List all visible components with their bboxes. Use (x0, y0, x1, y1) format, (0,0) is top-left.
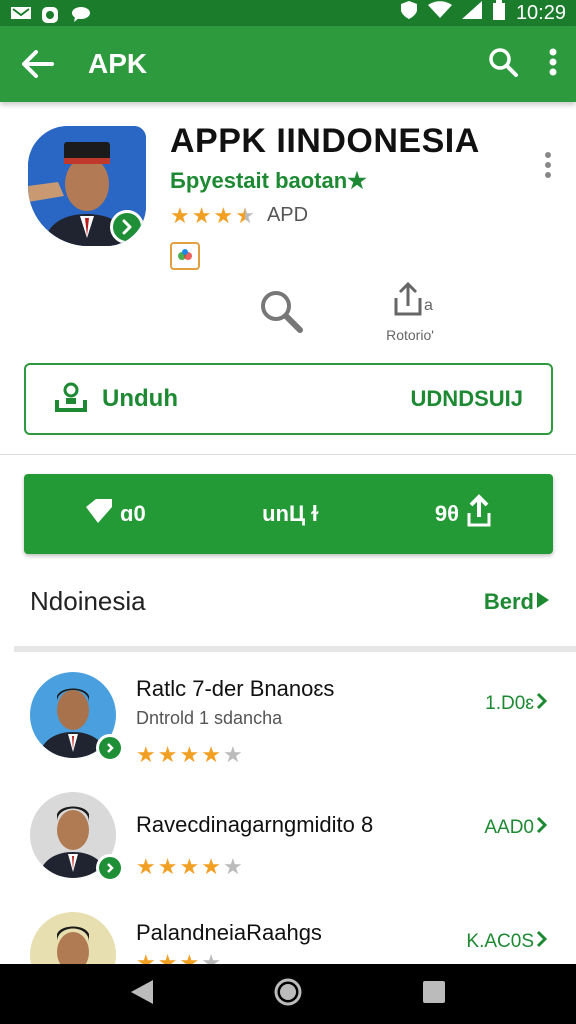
unduh-button[interactable]: Unduh UDNDSUIJ (24, 363, 553, 435)
action-item-3[interactable]: 9θ (435, 493, 493, 535)
avatar (30, 672, 124, 762)
list-item-meta[interactable]: 1.D0ɛ (485, 692, 548, 716)
star-icon: ★ (191, 202, 212, 228)
section-title: Ndoinesia (30, 586, 146, 616)
star-icon: ★ (157, 742, 178, 767)
action-item-1-label: ɑ0 (120, 501, 146, 526)
section-divider (14, 646, 576, 652)
tag-icon (84, 497, 114, 531)
more-vert-icon[interactable] (548, 48, 558, 81)
star-icon: ★ (170, 202, 190, 228)
list-item-title: PalandneiaRaahgs (136, 920, 322, 945)
app-developer[interactable]: Бpyestait baotan★ (170, 168, 367, 194)
rating-stars: ★ ★ ★ ★ ★ (136, 744, 243, 766)
app-bar-actions (488, 47, 558, 82)
share-action[interactable]: a Rotorio' (380, 280, 440, 343)
app-bar: APK (0, 26, 576, 102)
star-icon: ★ (179, 742, 200, 767)
share-label: Rotorio' (386, 327, 434, 343)
share-icon: a (380, 280, 440, 325)
list-item-meta[interactable]: K.AC0S (466, 930, 548, 954)
app-header: APPK IINDONESIA Бpyestait baotan★ ★ ★ ★ … (0, 112, 576, 352)
star-icon: ★ (136, 742, 156, 767)
list-item[interactable]: Ravecdinagarngmidito 8 ★ ★ ★ ★ ★ AAD0 (0, 792, 576, 912)
app-bar-title: APK (88, 48, 148, 79)
status-right: 10:29 (400, 0, 566, 26)
action-item-1[interactable]: ɑ0 (84, 497, 146, 531)
status-bar: 10:29 (0, 0, 576, 26)
nav-home-icon[interactable] (273, 977, 303, 1012)
verified-badge-icon (96, 854, 124, 882)
status-time: 10:29 (515, 1, 566, 24)
list-item-title: Ravecdinagarngmidito 8 (136, 812, 374, 837)
wifi-icon (427, 1, 452, 25)
list-item[interactable]: PalandneiaRaahgs ★ ★ ★ ★ K.AC0S (0, 912, 576, 964)
section-header: Ndoinesia Berd (30, 586, 550, 617)
section-more-label: Berd (483, 588, 534, 614)
battery-icon (492, 0, 506, 26)
list-item-meta-label: K.AC0S (466, 931, 534, 952)
chevron-right-icon (536, 692, 548, 716)
download-person-icon (54, 382, 88, 417)
play-arrow-icon (536, 589, 550, 615)
star-empty-icon: ★ (222, 742, 243, 767)
system-nav-bar (0, 964, 576, 1024)
star-icon: ★ (157, 950, 178, 965)
avatar (30, 912, 120, 964)
unduh-label: Unduh (102, 385, 178, 412)
section-more-link[interactable]: Berd (484, 589, 550, 615)
nav-back-icon[interactable] (129, 978, 155, 1011)
app-icon-avatar (28, 126, 146, 246)
mail-icon (10, 5, 32, 21)
verified-badge-icon (110, 210, 144, 244)
app-rating: ★ ★ ★ ★ APD (170, 204, 308, 227)
instagram-icon (40, 5, 62, 23)
svg-text:a: a (424, 297, 433, 314)
star-icon: ★ (136, 854, 156, 879)
action-item-2-label: unЦ ɫ (262, 501, 319, 526)
magnifier-icon[interactable] (258, 288, 304, 339)
avatar (30, 792, 124, 882)
action-bar: ɑ0 unЦ ɫ 9θ (24, 474, 553, 554)
status-left (10, 5, 92, 23)
verified-badge-icon (96, 734, 124, 762)
chat-icon (70, 5, 92, 22)
person-portrait-icon (30, 912, 116, 964)
list-item-meta[interactable]: AAD0 (484, 816, 548, 840)
star-icon: ★ (201, 854, 221, 879)
unduh-right-text: UDNDSUIJ (410, 386, 523, 411)
header-more-icon[interactable] (544, 152, 552, 183)
star-icon: ★ (136, 950, 156, 965)
shield-icon (400, 0, 418, 26)
divider (0, 454, 576, 455)
action-item-3-label: 9θ (434, 501, 459, 526)
rating-label: APD (266, 204, 309, 226)
back-arrow-icon[interactable] (18, 44, 58, 84)
half-star-icon: ★ (235, 202, 255, 228)
star-icon: ★ (157, 854, 178, 879)
signal-icon (461, 1, 482, 25)
search-icon[interactable] (488, 47, 518, 82)
star-icon: ★ (201, 742, 221, 767)
star-icon: ★ (179, 854, 200, 879)
chevron-right-icon (536, 816, 548, 840)
rating-stars: ★ ★ ★ ★ ★ (136, 856, 243, 878)
chevron-right-icon (536, 930, 548, 954)
star-icon: ★ (213, 202, 234, 228)
nav-recents-icon[interactable] (421, 979, 447, 1010)
upload-icon (465, 493, 493, 535)
list-item-title: Ratlc 7-der Bnanoɛs (136, 676, 335, 701)
list-item-meta-label: 1.D0ɛ (485, 693, 534, 714)
star-empty-icon: ★ (222, 854, 243, 879)
list-item[interactable]: Ratlc 7-der Bnanoɛs Dntrold 1 sdancha ★ … (0, 672, 576, 792)
content-rating-icon (170, 242, 200, 270)
list-item-meta-label: AAD0 (484, 817, 534, 838)
star-empty-icon: ★ (201, 950, 221, 965)
rating-stars: ★ ★ ★ ★ (136, 950, 221, 965)
star-icon: ★ (179, 950, 200, 965)
list-item-subtitle: Dntrold 1 sdancha (136, 708, 283, 728)
app-title: APPK IINDONESIA (170, 122, 480, 160)
action-item-2[interactable]: unЦ ɫ (262, 501, 318, 527)
